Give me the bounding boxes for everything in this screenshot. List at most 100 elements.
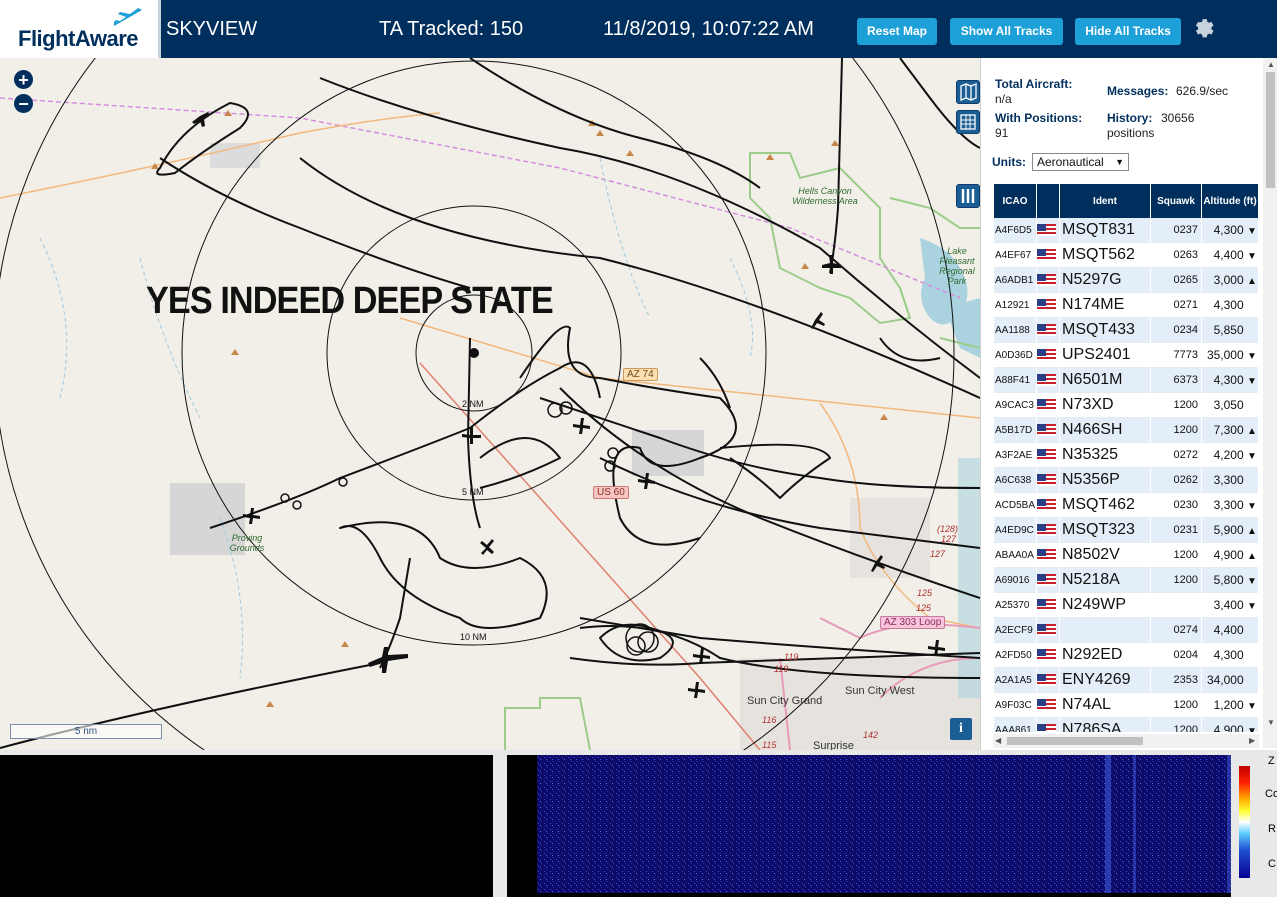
- aircraft-row[interactable]: AA1188 MSQT433 0234 5,850: [994, 318, 1258, 343]
- side-label: C: [1268, 858, 1276, 870]
- aircraft-row[interactable]: A25370 N249WP 3,400 ▼: [994, 593, 1258, 618]
- squawk-cell: 0272: [1151, 443, 1201, 468]
- altitude-value: 3,300: [1213, 473, 1244, 487]
- aircraft-row[interactable]: A5B17D N466SH 1200 7,300 ▲: [994, 418, 1258, 443]
- hide-all-tracks-button[interactable]: Hide All Tracks: [1075, 18, 1181, 45]
- altitude-cell: 4,400 ▼: [1202, 243, 1258, 268]
- reset-map-button[interactable]: Reset Map: [857, 18, 937, 45]
- map-grid-icon[interactable]: [956, 110, 980, 134]
- column-header-ident[interactable]: Ident: [1060, 184, 1150, 218]
- flag-cell: [1037, 468, 1059, 493]
- aircraft-row[interactable]: A2FD50 N292ED 0204 4,300: [994, 643, 1258, 668]
- scale-bar: 5 nm: [10, 724, 162, 739]
- aircraft-row[interactable]: A2A1A5 ENY4269 2353 34,000: [994, 668, 1258, 693]
- squawk-cell: 1200: [1151, 568, 1201, 593]
- units-select[interactable]: Aeronautical ▼: [1032, 153, 1129, 171]
- squawk-cell: 1200: [1151, 543, 1201, 568]
- aircraft-row[interactable]: A9F03C N74AL 1200 1,200 ▼: [994, 693, 1258, 718]
- zoom-in-button[interactable]: +: [14, 70, 33, 90]
- aircraft-sidebar: Total Aircraft: n/a Messages: 626.9/sec …: [980, 58, 1277, 750]
- spectrum-waterfall: [537, 755, 1231, 893]
- flightaware-logo[interactable]: FlightAware: [0, 0, 161, 58]
- columns-toggle-icon[interactable]: [956, 184, 980, 208]
- column-header-flag[interactable]: [1037, 184, 1059, 218]
- aircraft-row[interactable]: A6C638 N5356P 0262 3,300: [994, 468, 1258, 493]
- scroll-down-icon[interactable]: ▼: [1267, 718, 1275, 727]
- park-hells-canyon: Hells Canyon Wilderness Area: [792, 186, 858, 206]
- map-layers-icon[interactable]: [956, 80, 980, 104]
- altitude-cell: 1,200 ▼: [1202, 693, 1258, 718]
- icao-cell: A0D36D: [994, 343, 1036, 368]
- aircraft-row[interactable]: ACD5BA MSQT462 0230 3,300 ▼: [994, 493, 1258, 518]
- altitude-value: 4,200: [1213, 448, 1244, 462]
- icao-cell: A6ADB1: [994, 268, 1036, 293]
- altitude-trend-icon: ▲: [1247, 551, 1257, 562]
- ident-cell: N6501M: [1060, 368, 1150, 393]
- aircraft-row[interactable]: A69016 N5218A 1200 5,800 ▼: [994, 568, 1258, 593]
- app-title: SKYVIEW: [166, 18, 258, 40]
- place-sun-city-west: Sun City West: [845, 685, 915, 697]
- altitude-cell: 34,000: [1202, 668, 1258, 693]
- altitude-trend-icon: ▼: [1247, 576, 1257, 587]
- aircraft-row[interactable]: A12921 N174ME 0271 4,300: [994, 293, 1258, 318]
- squawk-cell: 0231: [1151, 518, 1201, 543]
- icao-cell: A69016: [994, 568, 1036, 593]
- place-surprise: Surprise: [813, 740, 854, 750]
- aircraft-row[interactable]: A2ECF9 0274 4,400: [994, 618, 1258, 643]
- squawk-cell: 7773: [1151, 343, 1201, 368]
- scrollbar-thumb[interactable]: [1007, 737, 1143, 745]
- show-all-tracks-button[interactable]: Show All Tracks: [950, 18, 1063, 45]
- ident-cell: ENY4269: [1060, 668, 1150, 693]
- altitude-trend-icon: ▼: [1247, 601, 1257, 612]
- route-number: 125: [916, 603, 932, 613]
- ident-cell: N5218A: [1060, 568, 1150, 593]
- aircraft-row[interactable]: ABAA0A N8502V 1200 4,900 ▲: [994, 543, 1258, 568]
- aircraft-row[interactable]: AAA861 N786SA 1200 4,900 ▼: [994, 718, 1258, 732]
- route-number: 125: [917, 588, 933, 598]
- aircraft-row[interactable]: A88F41 N6501M 6373 4,300 ▼: [994, 368, 1258, 393]
- zoom-out-button[interactable]: −: [14, 94, 33, 114]
- flag-cell: [1037, 293, 1059, 318]
- icao-cell: A9CAC3: [994, 393, 1036, 418]
- aircraft-row[interactable]: A3F2AE N35325 0272 4,200 ▼: [994, 443, 1258, 468]
- column-header-icao[interactable]: ICAO: [994, 184, 1036, 218]
- info-icon[interactable]: i: [950, 718, 972, 740]
- map-canvas[interactable]: [0, 58, 980, 750]
- horizontal-scrollbar[interactable]: ◀ ▶: [993, 734, 1259, 748]
- column-header-altitude[interactable]: Altitude (ft): [1202, 184, 1258, 218]
- altitude-value: 7,300: [1213, 423, 1244, 437]
- ident-cell: N74AL: [1060, 693, 1150, 718]
- icao-cell: A25370: [994, 593, 1036, 618]
- scroll-right-icon[interactable]: ▶: [1249, 736, 1255, 745]
- altitude-trend-icon: ▼: [1247, 701, 1257, 712]
- squawk-cell: 2353: [1151, 668, 1201, 693]
- gear-icon[interactable]: [1192, 16, 1216, 40]
- aircraft-row[interactable]: A9CAC3 N73XD 1200 3,050: [994, 393, 1258, 418]
- scroll-left-icon[interactable]: ◀: [995, 736, 1001, 745]
- altitude-cell: 3,400 ▼: [1202, 593, 1258, 618]
- aircraft-row[interactable]: A4EF67 MSQT562 0263 4,400 ▼: [994, 243, 1258, 268]
- aircraft-row[interactable]: A0D36D UPS2401 7773 35,000 ▼: [994, 343, 1258, 368]
- ident-cell: N5356P: [1060, 468, 1150, 493]
- altitude-trend-icon: ▲: [1247, 426, 1257, 437]
- aircraft-row[interactable]: A4F6D5 MSQT831 0237 4,300 ▼: [994, 218, 1258, 243]
- flag-cell: [1037, 693, 1059, 718]
- aircraft-row[interactable]: A6ADB1 N5297G 0265 3,000 ▲: [994, 268, 1258, 293]
- aircraft-table-body: A4F6D5 MSQT831 0237 4,300 ▼ A4EF67 MSQT562 026…: [994, 218, 1258, 732]
- aircraft-row[interactable]: A4ED9C MSQT323 0231 5,900 ▲: [994, 518, 1258, 543]
- altitude-cell: 5,850: [1202, 318, 1258, 343]
- vertical-scrollbar[interactable]: ▲ ▼: [1263, 58, 1277, 748]
- squawk-cell: 0230: [1151, 493, 1201, 518]
- column-header-squawk[interactable]: Squawk: [1151, 184, 1201, 218]
- map-view[interactable]: + − YES INDEED DEEP STATE 2 NM 5 NM 10 N…: [0, 58, 980, 750]
- scroll-up-icon[interactable]: ▲: [1267, 60, 1275, 69]
- road-label-az303: AZ 303 Loop: [880, 616, 946, 629]
- waterfall-display-pane: [507, 755, 1231, 897]
- chevron-down-icon: ▼: [1115, 157, 1124, 167]
- scrollbar-thumb[interactable]: [1266, 72, 1275, 188]
- ident-cell: N8502V: [1060, 543, 1150, 568]
- squawk-cell: 0265: [1151, 268, 1201, 293]
- flag-cell: [1037, 368, 1059, 393]
- aircraft-table-container[interactable]: ICAO Ident Squawk Altitude (ft) A4F6D5 MS…: [993, 184, 1259, 732]
- flag-cell: [1037, 493, 1059, 518]
